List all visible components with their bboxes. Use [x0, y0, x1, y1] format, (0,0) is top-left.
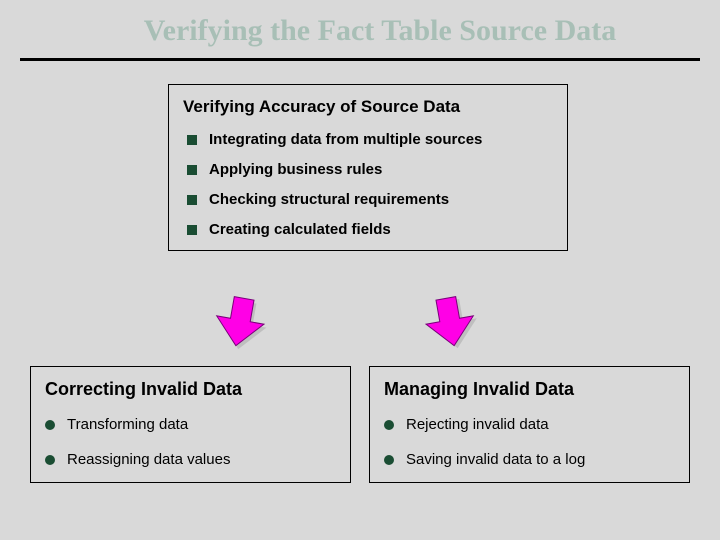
slide-title: Verifying the Fact Table Source Data: [60, 14, 700, 48]
columns: Correcting Invalid Data Transforming dat…: [30, 366, 690, 483]
column-heading: Correcting Invalid Data: [45, 379, 336, 400]
arrows-container: [180, 290, 540, 360]
list-item-label: Reassigning data values: [67, 451, 230, 468]
left-column: Correcting Invalid Data Transforming dat…: [30, 366, 351, 483]
square-bullet-icon: [187, 195, 197, 205]
top-box: Verifying Accuracy of Source Data Integr…: [168, 84, 568, 251]
dot-bullet-icon: [384, 420, 394, 430]
column-heading: Managing Invalid Data: [384, 379, 675, 400]
arrow-left: [210, 292, 270, 352]
list-item-label: Integrating data from multiple sources: [209, 131, 482, 148]
list-item: Rejecting invalid data: [384, 416, 675, 433]
list-item-label: Creating calculated fields: [209, 221, 391, 238]
down-arrow-icon: [210, 292, 270, 352]
list-item: Applying business rules: [183, 161, 553, 178]
square-bullet-icon: [187, 225, 197, 235]
right-column: Managing Invalid Data Rejecting invalid …: [369, 366, 690, 483]
arrow-right: [420, 292, 480, 352]
list-item-label: Saving invalid data to a log: [406, 451, 585, 468]
dot-bullet-icon: [45, 420, 55, 430]
list-item-label: Applying business rules: [209, 161, 382, 178]
list-item: Reassigning data values: [45, 451, 336, 468]
list-item: Saving invalid data to a log: [384, 451, 675, 468]
list-item: Checking structural requirements: [183, 191, 553, 208]
dot-bullet-icon: [45, 455, 55, 465]
top-box-heading: Verifying Accuracy of Source Data: [183, 97, 553, 117]
square-bullet-icon: [187, 165, 197, 175]
slide: Verifying the Fact Table Source Data Ver…: [0, 0, 720, 540]
list-item-label: Rejecting invalid data: [406, 416, 549, 433]
title-underline: [20, 58, 700, 61]
list-item: Transforming data: [45, 416, 336, 433]
list-item: Integrating data from multiple sources: [183, 131, 553, 148]
down-arrow-icon: [420, 292, 480, 352]
list-item-label: Transforming data: [67, 416, 188, 433]
square-bullet-icon: [187, 135, 197, 145]
dot-bullet-icon: [384, 455, 394, 465]
list-item-label: Checking structural requirements: [209, 191, 449, 208]
list-item: Creating calculated fields: [183, 221, 553, 238]
